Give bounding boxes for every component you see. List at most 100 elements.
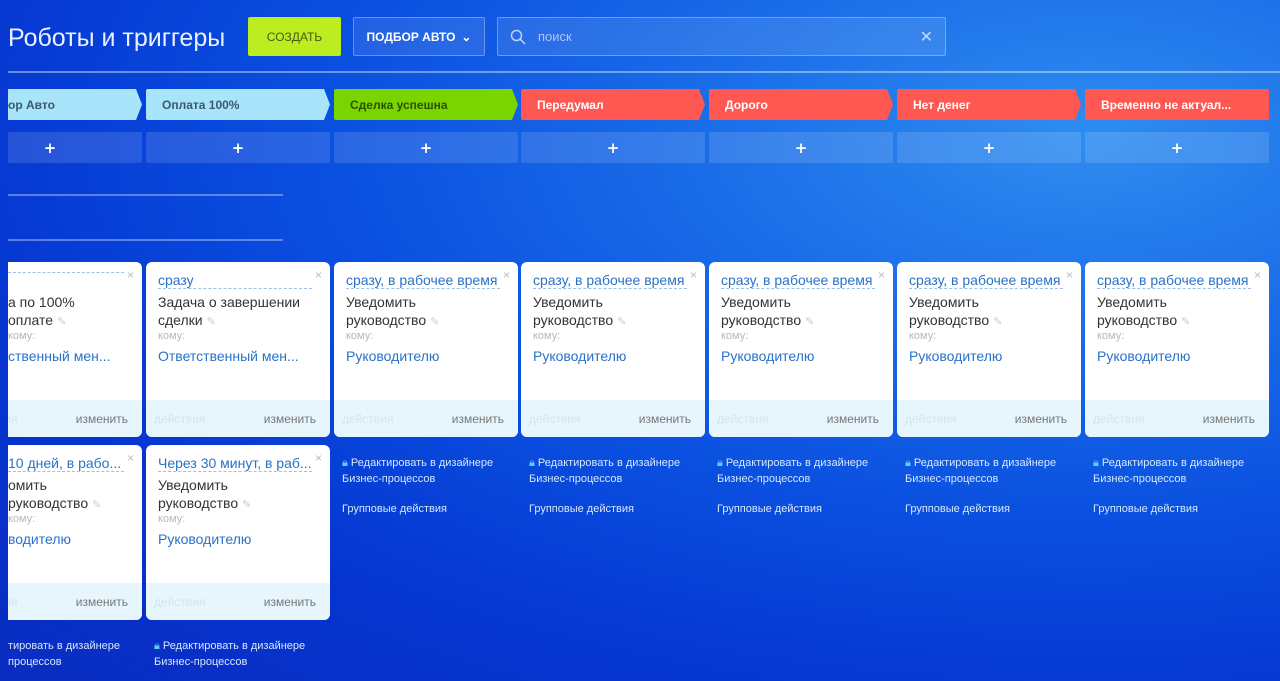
designer-link-text[interactable]: Редактировать в дизайнере xyxy=(163,640,305,652)
add-robot-button[interactable]: + xyxy=(521,132,705,163)
designer-link-text[interactable]: процессов xyxy=(8,656,62,668)
designer-link-text[interactable]: Бизнес-процессов xyxy=(342,473,435,485)
close-icon[interactable]: × xyxy=(315,451,322,465)
add-robot-button[interactable]: + xyxy=(334,132,518,163)
actions-link[interactable]: действия xyxy=(154,595,205,609)
robot-card[interactable]: × сразу, в рабочее время Уведомить руков… xyxy=(521,262,705,437)
robot-responsible[interactable]: Руководителю xyxy=(533,348,626,364)
close-icon[interactable]: × xyxy=(127,451,134,465)
stage-header[interactable]: Оплата 100% xyxy=(146,89,330,120)
actions-link[interactable]: действия xyxy=(8,412,17,426)
actions-link[interactable]: действия xyxy=(717,412,768,426)
robot-card[interactable]: × сразу, в рабочее время Уведомить руков… xyxy=(709,262,893,437)
group-actions-link[interactable]: Групповые действия xyxy=(905,501,1056,517)
robot-delay[interactable]: сразу, в рабочее время xyxy=(533,272,687,289)
stage-header[interactable]: Нет денег xyxy=(897,89,1081,120)
designer-link-text[interactable]: Бизнес-процессов xyxy=(529,473,622,485)
group-actions-link[interactable]: Групповые действия xyxy=(529,501,680,517)
robot-card[interactable]: × сразу, в рабочее время Уведомить руков… xyxy=(897,262,1081,437)
edit-link[interactable]: изменить xyxy=(76,595,128,609)
edit-link[interactable]: изменить xyxy=(452,412,504,426)
edit-link[interactable]: изменить xyxy=(639,412,691,426)
stage-header[interactable]: Сделка успешна xyxy=(334,89,518,120)
stage-header[interactable]: Временно не актуал... xyxy=(1085,89,1269,120)
actions-link[interactable]: действия xyxy=(529,412,580,426)
pencil-icon[interactable]: ✎ xyxy=(430,316,439,328)
stage-header[interactable]: Передумал xyxy=(521,89,705,120)
designer-link-text[interactable]: Редактировать в дизайнере xyxy=(1102,457,1244,469)
designer-link[interactable]: 🔒︎ Редактировать в дизайнере Бизнес-проце… xyxy=(154,638,305,670)
robot-card[interactable]: × сразу, в рабочее время Уведомить руков… xyxy=(334,262,518,437)
designer-link[interactable]: 🔒︎ Редактировать в дизайнере Бизнес-проце… xyxy=(1093,455,1244,517)
designer-link-text[interactable]: Редактировать в дизайнере xyxy=(914,457,1056,469)
close-icon[interactable]: × xyxy=(1066,268,1073,282)
robot-responsible[interactable]: Руководителю xyxy=(158,531,251,547)
designer-link-text[interactable]: Бизнес-процессов xyxy=(154,656,247,668)
robot-responsible[interactable]: Руководителю xyxy=(909,348,1002,364)
robot-responsible[interactable]: Руководителю xyxy=(346,348,439,364)
edit-link[interactable]: изменить xyxy=(827,412,879,426)
stage-header[interactable]: Дорого xyxy=(709,89,893,120)
robot-delay[interactable]: сразу, в рабочее время xyxy=(721,272,875,289)
close-icon[interactable]: × xyxy=(1254,268,1261,282)
group-actions-link[interactable]: Групповые действия xyxy=(717,501,868,517)
robot-delay[interactable]: сразу, в рабочее время xyxy=(1097,272,1251,289)
pipeline-dropdown[interactable]: ПОДБОР АВТО ⌄ xyxy=(353,17,485,56)
robot-card[interactable]: × Через 30 минут, в раб... Уведомить рук… xyxy=(146,445,330,620)
close-icon[interactable]: × xyxy=(315,268,322,282)
stage-header[interactable]: ор Авто xyxy=(8,89,142,120)
edit-link[interactable]: изменить xyxy=(264,412,316,426)
designer-link[interactable]: тировать в дизайнере процессов xyxy=(8,638,120,670)
add-robot-button[interactable]: + xyxy=(8,132,142,163)
designer-link-text[interactable]: Редактировать в дизайнере xyxy=(538,457,680,469)
edit-link[interactable]: изменить xyxy=(1203,412,1255,426)
close-icon[interactable]: × xyxy=(878,268,885,282)
search-box[interactable]: ✕ xyxy=(497,17,946,56)
pencil-icon[interactable]: ✎ xyxy=(1181,316,1190,328)
close-icon[interactable]: × xyxy=(503,268,510,282)
robot-delay[interactable] xyxy=(8,272,124,273)
edit-link[interactable]: изменить xyxy=(1015,412,1067,426)
group-actions-link[interactable]: Групповые действия xyxy=(342,501,493,517)
actions-link[interactable]: действия xyxy=(905,412,956,426)
designer-link[interactable]: 🔒︎ Редактировать в дизайнере Бизнес-проце… xyxy=(342,455,493,517)
pencil-icon[interactable]: ✎ xyxy=(617,316,626,328)
robot-responsible[interactable]: Руководителю xyxy=(1097,348,1190,364)
pencil-icon[interactable]: ✎ xyxy=(92,499,101,511)
close-icon[interactable]: × xyxy=(690,268,697,282)
add-robot-button[interactable]: + xyxy=(146,132,330,163)
designer-link-text[interactable]: Редактировать в дизайнере xyxy=(351,457,493,469)
designer-link[interactable]: 🔒︎ Редактировать в дизайнере Бизнес-проце… xyxy=(905,455,1056,517)
robot-delay[interactable]: 10 дней, в рабо... xyxy=(8,455,124,472)
robot-card[interactable]: × сразу, в рабочее время Уведомить руков… xyxy=(1085,262,1269,437)
robot-delay[interactable]: сразу, в рабочее время xyxy=(346,272,500,289)
pencil-icon[interactable]: ✎ xyxy=(207,316,216,328)
pencil-icon[interactable]: ✎ xyxy=(993,316,1002,328)
designer-link-text[interactable]: Бизнес-процессов xyxy=(1093,473,1186,485)
create-button[interactable]: СОЗДАТЬ xyxy=(248,17,341,56)
designer-link-text[interactable]: Бизнес-процессов xyxy=(717,473,810,485)
robot-delay[interactable]: сразу, в рабочее время xyxy=(909,272,1063,289)
actions-link[interactable]: действия xyxy=(342,412,393,426)
robot-responsible[interactable]: Ответственный мен... xyxy=(158,348,299,364)
designer-link-text[interactable]: Бизнес-процессов xyxy=(905,473,998,485)
add-robot-button[interactable]: + xyxy=(1085,132,1269,163)
robot-responsible[interactable]: водителю xyxy=(8,531,71,547)
pencil-icon[interactable]: ✎ xyxy=(242,499,251,511)
pencil-icon[interactable]: ✎ xyxy=(57,316,66,328)
edit-link[interactable]: изменить xyxy=(264,595,316,609)
designer-link-text[interactable]: Редактировать в дизайнере xyxy=(726,457,868,469)
robot-responsible[interactable]: Руководителю xyxy=(721,348,814,364)
edit-link[interactable]: изменить xyxy=(76,412,128,426)
robot-card[interactable]: × сразу Задача о завершении сделки ✎ кому… xyxy=(146,262,330,437)
robot-delay[interactable]: сразу xyxy=(158,272,312,289)
robot-responsible[interactable]: ственный мен... xyxy=(8,348,111,364)
robot-card[interactable]: × а по 100% оплате ✎ кому: ственный мен..… xyxy=(8,262,142,437)
designer-link[interactable]: 🔒︎ Редактировать в дизайнере Бизнес-проце… xyxy=(717,455,868,517)
designer-link-text[interactable]: тировать в дизайнере xyxy=(8,640,120,652)
group-actions-link[interactable]: Групповые действия xyxy=(1093,501,1244,517)
actions-link[interactable]: действия xyxy=(154,412,205,426)
search-input[interactable] xyxy=(538,29,920,44)
robot-delay[interactable]: Через 30 минут, в раб... xyxy=(158,455,312,472)
add-robot-button[interactable]: + xyxy=(897,132,1081,163)
